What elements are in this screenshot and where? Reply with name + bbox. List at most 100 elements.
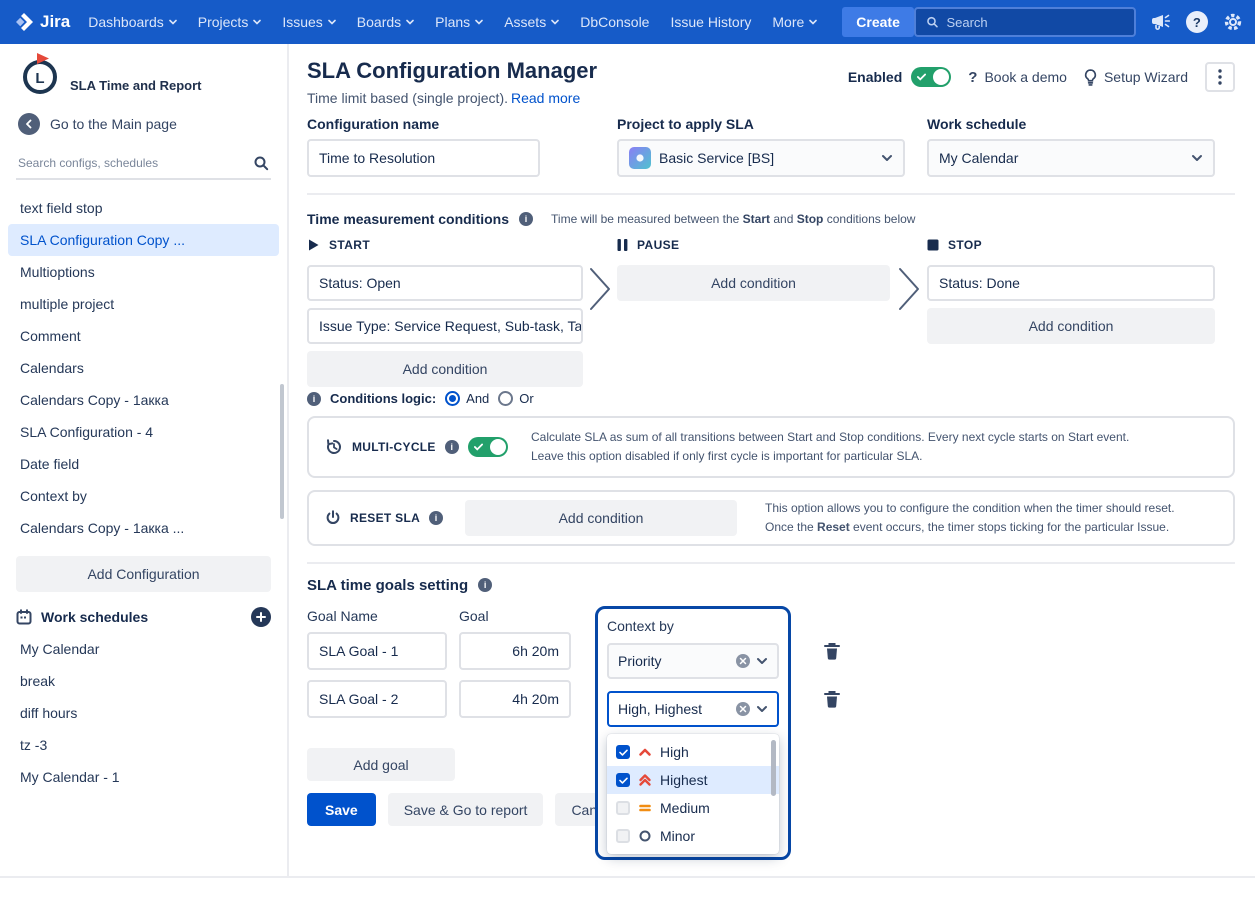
clear-icon[interactable]	[736, 654, 750, 668]
save-go-report-button[interactable]: Save & Go to report	[388, 793, 544, 826]
menu-option-medium[interactable]: Medium	[607, 794, 779, 822]
goal-value-input[interactable]	[459, 632, 571, 670]
nav-item-projects[interactable]: Projects	[198, 14, 262, 30]
add-goal-button[interactable]: Add goal	[307, 748, 455, 781]
back-arrow-icon	[18, 113, 40, 135]
sidebar-search-input[interactable]	[18, 156, 253, 170]
checkbox-checked-icon	[616, 745, 630, 759]
project-label: Project to apply SLA	[617, 116, 905, 132]
book-demo-button[interactable]: ? Book a demo	[968, 69, 1067, 86]
save-button[interactable]: Save	[307, 793, 376, 826]
nav-item-boards[interactable]: Boards	[357, 14, 414, 30]
delete-goal-button[interactable]	[822, 688, 842, 710]
config-item[interactable]: Context by	[8, 480, 279, 512]
config-item[interactable]: Calendars	[8, 352, 279, 384]
schedule-item[interactable]: My Calendar	[8, 633, 279, 665]
megaphone-icon	[1151, 13, 1171, 31]
play-icon	[307, 238, 320, 252]
info-icon[interactable]: i	[519, 212, 533, 226]
read-more-link[interactable]: Read more	[511, 90, 580, 106]
logic-or-radio[interactable]: Or	[498, 391, 533, 406]
delete-goal-button[interactable]	[822, 640, 842, 662]
nav-item-more[interactable]: More	[772, 14, 817, 30]
global-search[interactable]	[914, 7, 1136, 37]
nav-item-issue-history[interactable]: Issue History	[670, 14, 751, 30]
reset-add-condition-button[interactable]: Add condition	[465, 500, 737, 536]
clear-icon[interactable]	[736, 702, 750, 716]
goal-name-input[interactable]	[307, 680, 447, 718]
stop-add-condition-button[interactable]: Add condition	[927, 308, 1215, 344]
gear-icon	[1223, 12, 1243, 32]
context-field-select[interactable]: Priority	[607, 643, 779, 679]
sidebar-scrollbar[interactable]	[280, 384, 284, 519]
settings-button[interactable]	[1223, 12, 1243, 32]
config-item[interactable]: multiple project	[8, 288, 279, 320]
schedule-item[interactable]: My Calendar - 1	[8, 761, 279, 793]
goal-value-input[interactable]	[459, 680, 571, 718]
goal-name-input[interactable]	[307, 632, 447, 670]
config-item[interactable]: SLA Configuration - 4	[8, 416, 279, 448]
menu-scrollbar[interactable]	[771, 740, 776, 796]
multi-cycle-card: MULTI-CYCLE i Calculate SLA as sum of al…	[307, 416, 1235, 478]
add-configuration-button[interactable]: Add Configuration	[16, 556, 271, 592]
nav-item-issues[interactable]: Issues	[282, 14, 335, 30]
priority-high-icon	[638, 745, 652, 759]
start-condition-chip[interactable]: Status: Open	[307, 265, 583, 301]
work-schedule-label: Work schedule	[927, 116, 1215, 132]
info-icon[interactable]: i	[429, 511, 443, 525]
add-schedule-button[interactable]	[251, 607, 271, 627]
start-condition-chip[interactable]: Issue Type: Service Request, Sub-task, T…	[307, 308, 583, 344]
config-item[interactable]: text field stop	[8, 192, 279, 224]
config-item[interactable]: Calendars Copy - 1акка	[8, 384, 279, 416]
section-divider	[307, 562, 1235, 564]
context-values-select[interactable]: High, Highest	[607, 691, 779, 727]
config-name-input[interactable]	[307, 139, 540, 177]
schedule-item[interactable]: diff hours	[8, 697, 279, 729]
help-button[interactable]: ?	[1186, 11, 1208, 33]
goals-section: SLA time goals setting i Goal Name Goal	[307, 574, 1235, 826]
stop-condition-chip[interactable]: Status: Done	[927, 265, 1215, 301]
setup-wizard-button[interactable]: Setup Wizard	[1084, 69, 1188, 86]
jira-logo[interactable]: Jira	[14, 12, 70, 32]
schedule-item[interactable]: break	[8, 665, 279, 697]
start-add-condition-button[interactable]: Add condition	[307, 351, 583, 387]
work-schedule-select[interactable]: My Calendar	[927, 139, 1215, 177]
reset-sla-label: RESET SLA	[350, 511, 420, 525]
nav-item-dbconsole[interactable]: DbConsole	[580, 14, 649, 30]
sidebar-search[interactable]	[16, 148, 271, 180]
create-button[interactable]: Create	[842, 7, 914, 37]
global-search-input[interactable]	[946, 15, 1123, 30]
config-item[interactable]: Comment	[8, 320, 279, 352]
pause-add-condition-button[interactable]: Add condition	[617, 265, 890, 301]
menu-option-high[interactable]: High	[607, 738, 779, 766]
more-options-button[interactable]	[1205, 62, 1235, 92]
config-item-selected[interactable]: SLA Configuration Copy ...	[8, 224, 279, 256]
radio-unchecked-icon	[498, 391, 513, 406]
multi-cycle-toggle[interactable]	[468, 437, 508, 457]
schedule-item[interactable]: tz -3	[8, 729, 279, 761]
info-icon[interactable]: i	[307, 392, 321, 406]
config-item[interactable]: Multioptions	[8, 256, 279, 288]
nav-item-assets[interactable]: Assets	[504, 14, 559, 30]
announcements-button[interactable]	[1151, 13, 1171, 31]
nav-item-dashboards[interactable]: Dashboards	[88, 14, 177, 30]
page-subtitle: Time limit based (single project).Read m…	[307, 90, 597, 106]
primary-nav: Dashboards Projects Issues Boards Plans …	[88, 7, 914, 37]
config-name-label: Configuration name	[307, 116, 540, 132]
info-icon[interactable]: i	[445, 440, 459, 454]
config-item[interactable]: Date field	[8, 448, 279, 480]
back-to-main-link[interactable]: Go to the Main page	[0, 100, 287, 146]
schedule-list: My Calendar break diff hours tz -3 My Ca…	[0, 627, 287, 793]
chevron-down-icon	[475, 19, 483, 25]
logic-and-radio[interactable]: And	[445, 391, 489, 406]
info-icon[interactable]: i	[478, 578, 492, 592]
work-schedules-title: Work schedules	[41, 609, 242, 625]
radio-checked-icon	[445, 391, 460, 406]
enabled-toggle[interactable]	[911, 67, 951, 87]
menu-option-minor[interactable]: Minor	[607, 822, 779, 850]
project-select[interactable]: Basic Service [BS]	[617, 139, 905, 177]
config-item[interactable]: Calendars Copy - 1акка ...	[8, 512, 279, 544]
menu-option-highest[interactable]: Highest	[607, 766, 779, 794]
config-list: text field stop SLA Configuration Copy .…	[0, 186, 287, 544]
nav-item-plans[interactable]: Plans	[435, 14, 483, 30]
